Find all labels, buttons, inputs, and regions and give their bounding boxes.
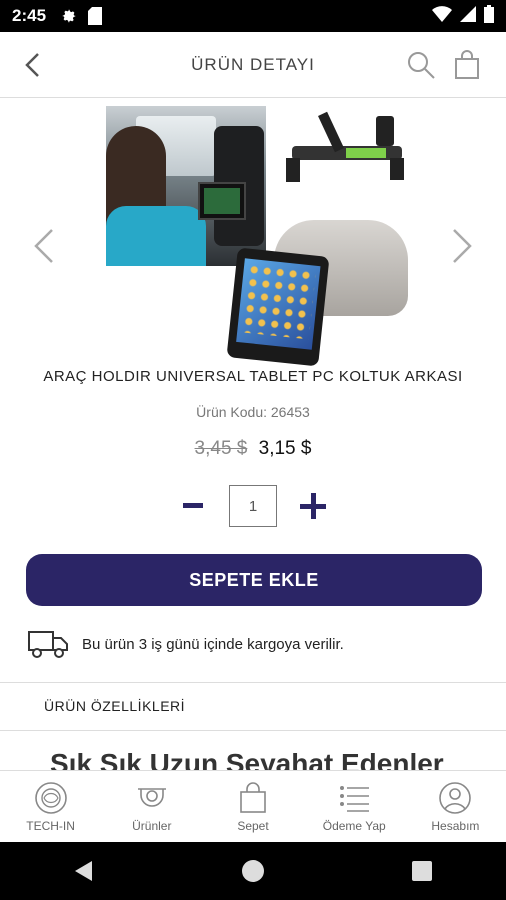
nav-label: TECH-IN <box>26 818 75 833</box>
old-price: 3,45 $ <box>194 438 248 459</box>
product-features-toggle[interactable]: ÜRÜN ÖZELLİKLERİ <box>44 698 185 714</box>
system-recents-icon[interactable] <box>412 861 433 881</box>
system-navigation-bar <box>0 842 506 900</box>
product-code-label: Ürün Kodu: <box>196 404 267 420</box>
shopping-bag-icon[interactable] <box>454 50 482 80</box>
system-back-icon[interactable] <box>74 860 94 882</box>
shipping-info: Bu ürün 3 iş günü içinde kargoya verilir… <box>28 628 478 660</box>
gallery-next-arrow-icon[interactable] <box>450 226 476 266</box>
checkout-list-icon <box>340 785 370 812</box>
product-image-gallery[interactable] <box>0 100 506 367</box>
nav-item-cart[interactable]: Sepet <box>202 771 303 842</box>
app-header: ÜRÜN DETAYI <box>0 32 506 98</box>
account-icon <box>439 781 472 814</box>
divider <box>0 682 506 683</box>
battery-icon <box>484 4 494 28</box>
back-icon[interactable] <box>18 50 46 80</box>
bottom-navigation: TECH-IN Ürünler Sepet Ödeme Yap Hesabım <box>0 770 506 842</box>
nav-item-tech-in[interactable]: TECH-IN <box>0 771 101 842</box>
quantity-stepper <box>0 484 506 528</box>
settings-icon <box>60 7 78 25</box>
nav-label: Hesabım <box>431 818 480 833</box>
nav-item-checkout[interactable]: Ödeme Yap <box>304 771 405 842</box>
status-time: 2:45 <box>12 6 47 25</box>
products-icon <box>137 787 166 807</box>
add-to-cart-button[interactable]: SEPETE EKLE <box>26 554 482 606</box>
nav-label: Ürünler <box>132 818 172 833</box>
decrease-quantity-button[interactable] <box>171 484 215 528</box>
sd-card-icon <box>88 7 103 25</box>
status-bar: 2:45 <box>0 0 506 32</box>
price-block: 3,45 $ 3,15 $ <box>0 438 506 460</box>
product-code-value: 26453 <box>270 404 310 420</box>
quantity-input[interactable] <box>229 485 277 527</box>
tech-in-logo-icon <box>34 781 67 814</box>
delivery-truck-icon <box>28 629 68 659</box>
product-photo-mount-bracket <box>286 106 406 190</box>
system-home-icon[interactable] <box>241 859 265 883</box>
signal-icon <box>460 5 476 27</box>
product-name: ARAÇ HOLDIR UNIVERSAL TABLET PC KOLTUK A… <box>43 368 463 385</box>
cart-bag-icon <box>240 781 266 813</box>
product-code: Ürün Kodu: 26453 <box>0 404 506 420</box>
gallery-prev-arrow-icon[interactable] <box>30 226 56 266</box>
search-icon[interactable] <box>406 50 436 80</box>
product-photo-tablet <box>226 247 330 367</box>
nav-item-products[interactable]: Ürünler <box>101 771 202 842</box>
wifi-icon <box>432 5 452 27</box>
description-heading: Sık Sık Uzun Seyahat Edenler <box>50 748 444 770</box>
shipping-text: Bu ürün 3 iş günü içinde kargoya verilir… <box>82 635 344 653</box>
nav-item-account[interactable]: Hesabım <box>405 771 506 842</box>
nav-label: Ödeme Yap <box>322 818 386 833</box>
increase-quantity-button[interactable] <box>291 484 335 528</box>
nav-label: Sepet <box>237 818 269 833</box>
current-price: 3,15 $ <box>258 438 312 459</box>
divider <box>0 730 506 731</box>
product-photo-car-interior <box>106 106 266 266</box>
